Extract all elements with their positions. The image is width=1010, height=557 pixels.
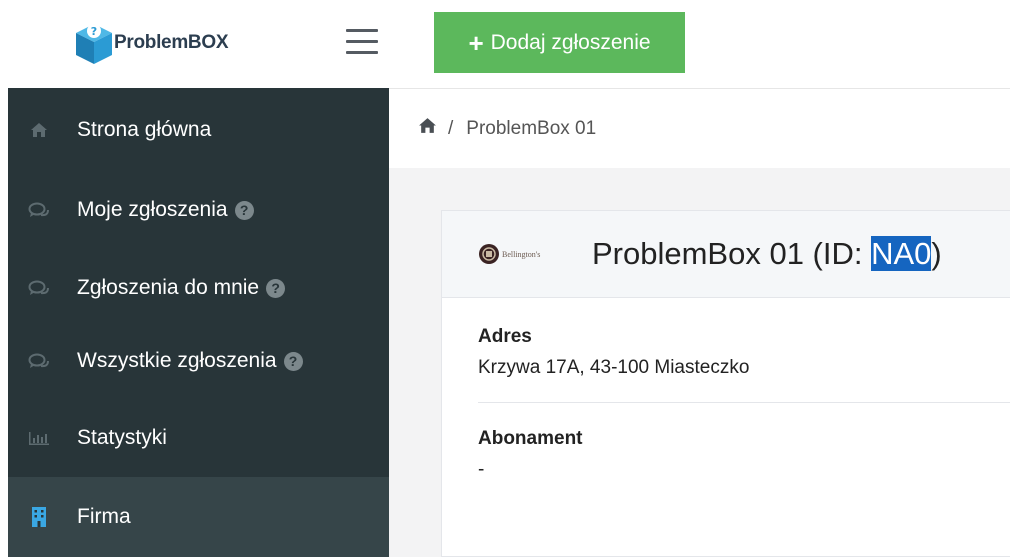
card-header: Bellington's ProblemBox 01 (ID: NA0): [442, 211, 1010, 298]
company-card: Bellington's ProblemBox 01 (ID: NA0) Adr…: [441, 210, 1010, 557]
home-icon: [26, 118, 52, 142]
sidebar-item-company[interactable]: Firma: [8, 477, 389, 557]
app-logo[interactable]: ? ProblemBOX: [72, 20, 229, 66]
plus-icon: +: [468, 27, 484, 58]
sidebar-item-all-tickets[interactable]: Wszystkie zgłoszenia?: [8, 321, 389, 401]
comments-icon: [26, 276, 52, 300]
main-content: / ProblemBox 01 Bellington's ProblemBox …: [389, 88, 1010, 557]
sidebar-item-tickets-to-me[interactable]: Zgłoszenia do mnie?: [8, 248, 389, 328]
add-ticket-label: Dodaj zgłoszenie: [490, 30, 651, 54]
cube-logo-icon: ?: [76, 24, 112, 64]
building-icon: [26, 505, 52, 529]
menu-toggle-icon[interactable]: [346, 29, 380, 57]
selected-id: NA0: [871, 236, 932, 271]
sidebar-item-statistics[interactable]: Statystyki: [8, 398, 389, 478]
subscription-label: Abonament: [478, 428, 583, 449]
sidebar-item-label: Statystyki: [77, 426, 167, 449]
sidebar: Strona główna Moje zgłoszenia? Zgłoszeni…: [8, 88, 389, 557]
sidebar-item-my-tickets[interactable]: Moje zgłoszenia?: [8, 170, 389, 250]
comments-icon: [26, 349, 52, 373]
sidebar-item-home[interactable]: Strona główna: [8, 90, 389, 170]
help-icon[interactable]: ?: [234, 200, 254, 220]
address-label: Adres: [478, 326, 532, 347]
breadcrumb-current[interactable]: ProblemBox 01: [466, 118, 596, 140]
company-logo: Bellington's: [478, 244, 566, 264]
help-icon[interactable]: ?: [283, 351, 303, 371]
page-title: ProblemBox 01 (ID: NA0): [592, 236, 942, 271]
bar-chart-icon: [26, 426, 52, 450]
sidebar-item-label: Zgłoszenia do mnie?: [77, 276, 286, 300]
top-bar: ? ProblemBOX + Dodaj zgłoszenie: [0, 0, 1010, 88]
sidebar-item-label: Firma: [77, 505, 131, 528]
address-value: Krzywa 17A, 43-100 Miasteczko: [478, 357, 750, 378]
help-icon[interactable]: ?: [266, 278, 286, 298]
breadcrumb-separator: /: [448, 117, 454, 139]
card-body: Adres Krzywa 17A, 43-100 Miasteczko Abon…: [442, 298, 1010, 481]
svg-text:?: ?: [91, 25, 97, 38]
home-icon[interactable]: [418, 117, 437, 140]
sidebar-item-label: Wszystkie zgłoszenia?: [77, 349, 303, 373]
logo-text: ProblemBOX: [114, 32, 229, 53]
divider: [478, 402, 1010, 403]
sidebar-item-label: Moje zgłoszenia?: [77, 198, 254, 222]
svg-text:Bellington's: Bellington's: [502, 250, 540, 259]
sidebar-item-label: Strona główna: [77, 118, 212, 141]
subscription-value: -: [478, 459, 485, 480]
comments-icon: [26, 198, 52, 222]
add-ticket-button[interactable]: + Dodaj zgłoszenie: [434, 12, 685, 73]
breadcrumb: / ProblemBox 01: [389, 88, 1010, 168]
